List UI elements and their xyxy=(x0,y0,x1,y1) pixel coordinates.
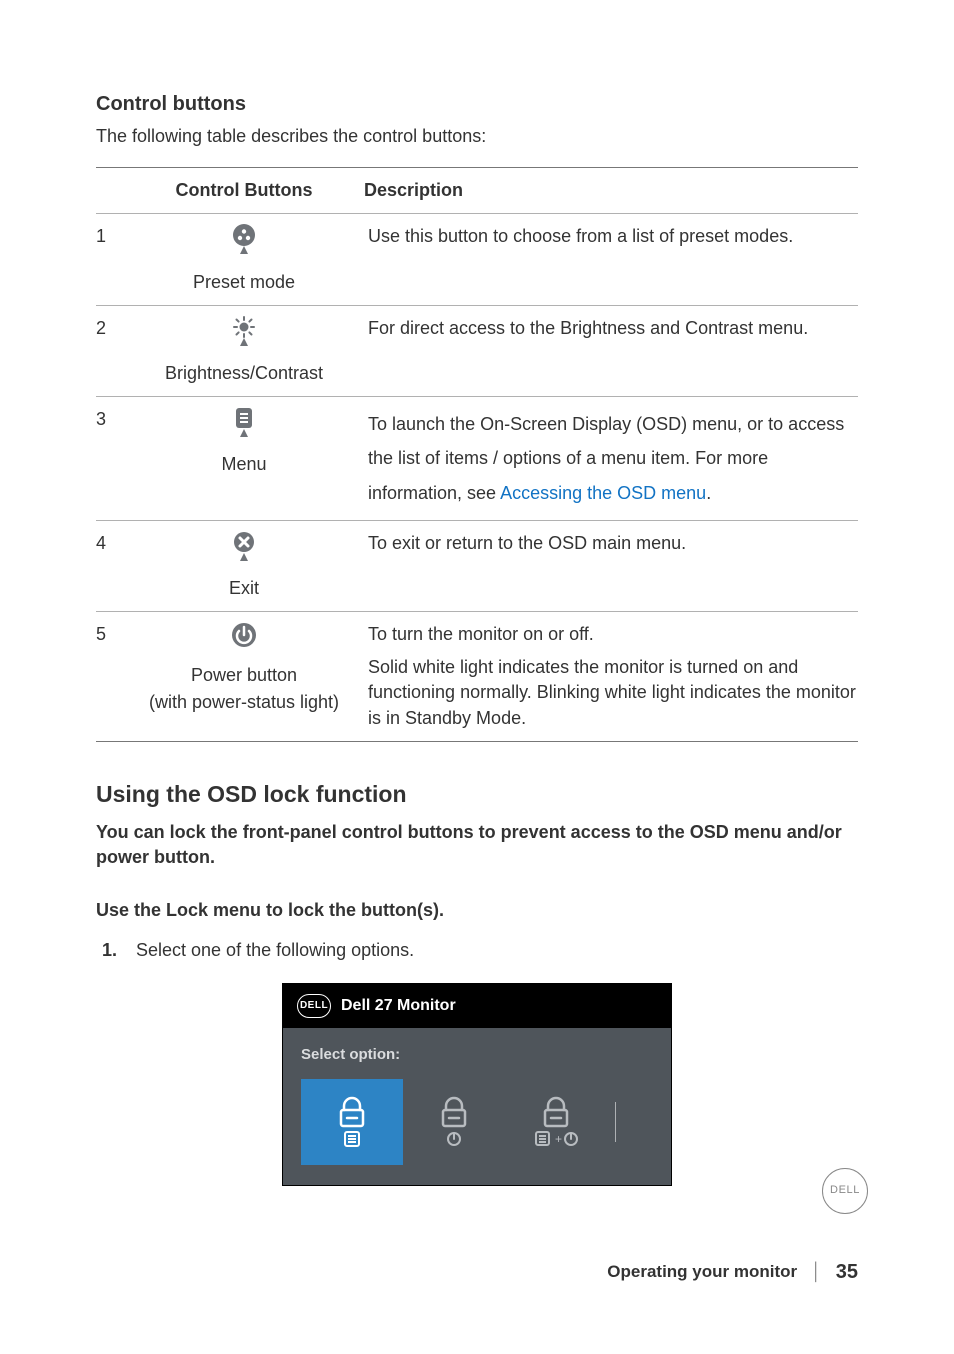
step-text: Select one of the following options. xyxy=(136,938,414,963)
menu-icon xyxy=(231,407,257,444)
table-header-buttons: Control Buttons xyxy=(124,168,364,214)
osd-option-row: + xyxy=(301,1079,653,1165)
row-number: 5 xyxy=(96,612,124,742)
row-description: To launch the On-Screen Display (OSD) me… xyxy=(364,397,858,521)
lock-power-icon xyxy=(434,1096,474,1148)
row-number: 3 xyxy=(96,397,124,521)
table-header-blank xyxy=(96,168,124,214)
heading-osd-lock: Using the OSD lock function xyxy=(96,778,858,810)
step-marker: 1. xyxy=(102,938,124,963)
svg-text:+: + xyxy=(555,1132,562,1146)
osd-lock-sub: Use the Lock menu to lock the button(s). xyxy=(96,898,858,923)
icon-label: Exit xyxy=(229,576,259,601)
icon-label: Brightness/Contrast xyxy=(165,361,323,386)
osd-panel-title: Dell 27 Monitor xyxy=(341,995,456,1017)
row-desc-line2: Solid white light indicates the monitor … xyxy=(368,655,858,731)
table-row: 2 xyxy=(96,305,858,396)
preset-mode-icon xyxy=(231,224,257,261)
lock-power-option[interactable] xyxy=(403,1079,505,1165)
osd-lock-intro: You can lock the front-panel control but… xyxy=(96,820,858,870)
icon-label: Menu xyxy=(221,452,266,477)
footer-separator: │ xyxy=(811,1260,822,1284)
row-desc-post: . xyxy=(706,483,711,503)
row-number: 2 xyxy=(96,305,124,396)
exit-icon xyxy=(231,531,257,568)
icon-label-line2: (with power-status light) xyxy=(149,690,339,715)
lock-menu-power-icon: + xyxy=(528,1096,584,1148)
heading-control-buttons: Control buttons xyxy=(96,90,858,118)
row-number: 4 xyxy=(96,520,124,611)
table-row: 4 Exit xyxy=(96,520,858,611)
icon-label-line1: Power button xyxy=(191,663,297,688)
table-row: 1 Preset mode xyxy=(96,214,858,305)
control-buttons-table: Control Buttons Description 1 xyxy=(96,167,858,742)
brightness-icon xyxy=(231,316,257,353)
row-description: For direct access to the Brightness and … xyxy=(364,305,858,396)
row-description: To exit or return to the OSD main menu. xyxy=(364,520,858,611)
row-description: Use this button to choose from a list of… xyxy=(364,214,858,305)
row-number: 1 xyxy=(96,214,124,305)
osd-panel-prompt: Select option: xyxy=(301,1044,653,1065)
osd-menu-link[interactable]: Accessing the OSD menu xyxy=(500,483,706,503)
power-icon xyxy=(231,622,257,655)
dell-logo-watermark: DELL xyxy=(822,1168,868,1214)
lock-menu-icon xyxy=(332,1096,372,1148)
table-row: 5 Power button xyxy=(96,612,858,742)
osd-panel: DELL Dell 27 Monitor Select option: xyxy=(282,983,672,1186)
table-row: 3 Menu xyxy=(96,397,858,521)
dell-logo-icon: DELL xyxy=(297,994,331,1018)
lock-menu-plus-power-option[interactable]: + xyxy=(505,1079,607,1165)
intro-text: The following table describes the contro… xyxy=(96,124,858,149)
row-description: To turn the monitor on or off. Solid whi… xyxy=(364,612,858,742)
osd-divider xyxy=(615,1102,616,1142)
footer-page-number: 35 xyxy=(836,1258,858,1286)
icon-label: Preset mode xyxy=(193,270,295,295)
footer-section: Operating your monitor xyxy=(607,1260,797,1284)
table-header-description: Description xyxy=(364,168,858,214)
row-desc-line1: To turn the monitor on or off. xyxy=(368,622,858,647)
lock-menu-option[interactable] xyxy=(301,1079,403,1165)
osd-panel-header: DELL Dell 27 Monitor xyxy=(283,984,671,1028)
page-footer: Operating your monitor │ 35 xyxy=(607,1258,858,1286)
